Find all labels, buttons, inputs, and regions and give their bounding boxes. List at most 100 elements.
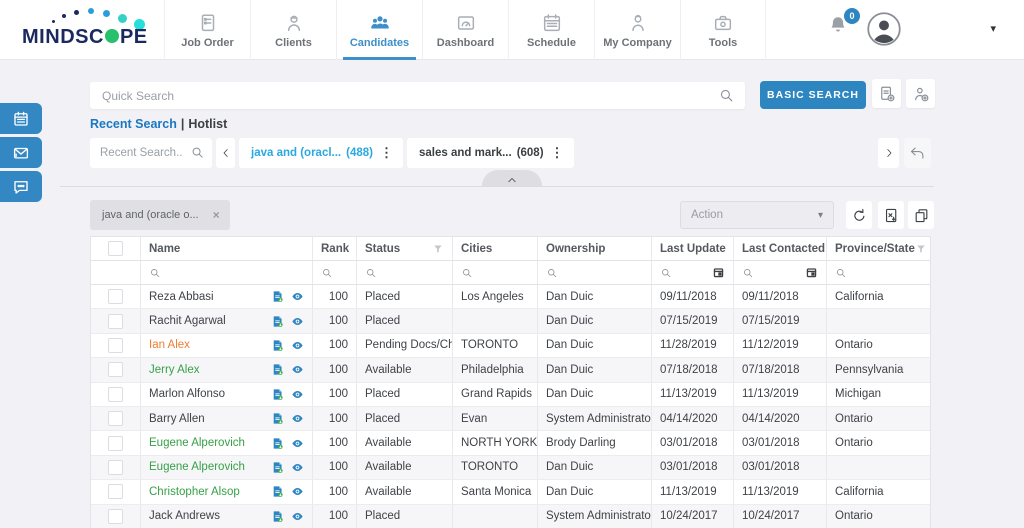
filter-input-rank[interactable] (313, 261, 357, 284)
filter-funnel-icon[interactable] (915, 243, 927, 255)
sidebar-button-sms[interactable] (0, 171, 42, 202)
resume-document-icon[interactable] (271, 388, 284, 401)
resume-document-icon[interactable] (271, 485, 284, 498)
select-all-checkbox[interactable] (108, 241, 123, 256)
filter-input-name[interactable] (141, 261, 313, 284)
export-excel-button[interactable] (878, 201, 904, 229)
collapse-panel-handle[interactable] (482, 170, 542, 186)
resume-document-icon[interactable] (271, 339, 284, 352)
filter-input-ownership[interactable] (538, 261, 652, 284)
filter-funnel-icon[interactable] (432, 243, 444, 255)
preview-eye-icon[interactable] (291, 339, 304, 352)
col-header-last_update[interactable]: Last Update (652, 237, 734, 260)
table-row[interactable]: Jerry Alex100AvailablePhiladelphiaDan Du… (91, 358, 930, 382)
action-dropdown[interactable]: Action ▾ (680, 201, 834, 229)
recent-search-tab[interactable]: java and (oracl...(488)⋮ (239, 138, 403, 168)
resume-document-icon[interactable] (271, 290, 284, 303)
select-all-header[interactable] (91, 237, 141, 260)
table-row[interactable]: Rachit Agarwal100PlacedDan Duic07/15/201… (91, 309, 930, 333)
candidate-name-link[interactable]: Jerry Alex (149, 364, 200, 376)
table-row[interactable]: Christopher Alsop100AvailableSanta Monic… (91, 480, 930, 504)
kebab-menu-icon[interactable]: ⋮ (549, 145, 566, 161)
table-row[interactable]: Reza Abbasi100PlacedLos AngelesDan Duic0… (91, 285, 930, 309)
resume-document-icon[interactable] (271, 315, 284, 328)
filter-input-last_update[interactable] (652, 261, 734, 284)
col-header-rank[interactable]: Rank (313, 237, 357, 260)
row-checkbox[interactable] (108, 289, 123, 304)
filter-input-status[interactable] (357, 261, 453, 284)
add-candidate-button[interactable] (906, 79, 935, 108)
candidate-name-link[interactable]: Reza Abbasi (149, 291, 214, 303)
row-checkbox[interactable] (108, 436, 123, 451)
quick-search-input[interactable] (90, 82, 745, 109)
preview-eye-icon[interactable] (291, 461, 304, 474)
refresh-button[interactable] (846, 201, 872, 229)
nav-tab-clients[interactable]: Clients (250, 0, 336, 60)
nav-tab-my-company[interactable]: My Company (594, 0, 680, 60)
close-icon[interactable]: × (213, 208, 220, 222)
col-header-name[interactable]: Name (141, 237, 313, 260)
preview-eye-icon[interactable] (291, 315, 304, 328)
search-icon[interactable] (718, 87, 735, 104)
preview-eye-icon[interactable] (291, 363, 304, 376)
recent-search-tab[interactable]: sales and mark...(608)⋮ (407, 138, 574, 168)
undo-button[interactable] (904, 138, 931, 168)
sidebar-button-mail[interactable] (0, 137, 42, 168)
tabs-scroll-right-button[interactable] (878, 138, 899, 168)
preview-eye-icon[interactable] (291, 388, 304, 401)
candidate-name-link[interactable]: Marlon Alfonso (149, 388, 225, 400)
row-checkbox[interactable] (108, 387, 123, 402)
row-checkbox[interactable] (108, 338, 123, 353)
row-checkbox[interactable] (108, 411, 123, 426)
resume-document-icon[interactable] (271, 437, 284, 450)
nav-tab-candidates[interactable]: Candidates (336, 0, 422, 60)
table-row[interactable]: Jack Andrews100PlacedSystem Administrato… (91, 505, 930, 528)
candidate-name-link[interactable]: Ian Alex (149, 339, 190, 351)
resume-document-icon[interactable] (271, 412, 284, 425)
user-avatar[interactable] (866, 11, 902, 47)
candidate-name-link[interactable]: Rachit Agarwal (149, 315, 226, 327)
resume-document-icon[interactable] (271, 510, 284, 523)
nav-tab-job-order[interactable]: Job Order (164, 0, 250, 60)
recent-search-link[interactable]: Recent Search (90, 117, 177, 131)
candidate-name-link[interactable]: Barry Allen (149, 413, 205, 425)
col-header-ownership[interactable]: Ownership (538, 237, 652, 260)
filter-input-province[interactable] (827, 261, 930, 284)
row-checkbox[interactable] (108, 314, 123, 329)
calendar-icon[interactable] (712, 266, 725, 279)
candidate-name-link[interactable]: Eugene Alperovich (149, 437, 245, 449)
table-row[interactable]: Barry Allen100PlacedEvanSystem Administr… (91, 407, 930, 431)
hotlist-link[interactable]: Hotlist (188, 117, 227, 131)
sidebar-button-calendar[interactable] (0, 103, 42, 134)
kebab-menu-icon[interactable]: ⋮ (378, 145, 395, 161)
table-row[interactable]: Ian Alex100Pending Docs/ChkTORONTODan Du… (91, 334, 930, 358)
active-filter-chip[interactable]: java and (oracle o... × (90, 200, 230, 230)
row-checkbox[interactable] (108, 362, 123, 377)
table-row[interactable]: Marlon Alfonso100PlacedGrand RapidsDan D… (91, 383, 930, 407)
add-resume-button[interactable] (872, 79, 901, 108)
tabs-scroll-left-button[interactable] (216, 138, 235, 168)
calendar-icon[interactable] (805, 266, 818, 279)
nav-tab-schedule[interactable]: Schedule (508, 0, 594, 60)
preview-eye-icon[interactable] (291, 510, 304, 523)
mindscope-logo[interactable]: MINDSCPE (22, 8, 152, 54)
preview-eye-icon[interactable] (291, 290, 304, 303)
preview-eye-icon[interactable] (291, 437, 304, 450)
col-header-province[interactable]: Province/State (827, 237, 930, 260)
nav-tab-dashboard[interactable]: Dashboard (422, 0, 508, 60)
table-row[interactable]: Eugene Alperovich100AvailableTORONTODan … (91, 456, 930, 480)
filter-input-last_contacted[interactable] (734, 261, 827, 284)
col-header-cities[interactable]: Cities (453, 237, 538, 260)
account-dropdown-caret[interactable]: ▾ (990, 22, 996, 35)
preview-eye-icon[interactable] (291, 485, 304, 498)
basic-search-button[interactable]: BASIC SEARCH (760, 81, 866, 109)
preview-eye-icon[interactable] (291, 412, 304, 425)
candidate-name-link[interactable]: Eugene Alperovich (149, 461, 245, 473)
row-checkbox[interactable] (108, 484, 123, 499)
candidate-name-link[interactable]: Jack Andrews (149, 510, 220, 522)
nav-tab-tools[interactable]: Tools (680, 0, 766, 60)
resume-document-icon[interactable] (271, 363, 284, 376)
col-header-last_contacted[interactable]: Last Contacted (734, 237, 827, 260)
candidate-name-link[interactable]: Christopher Alsop (149, 486, 240, 498)
row-checkbox[interactable] (108, 460, 123, 475)
